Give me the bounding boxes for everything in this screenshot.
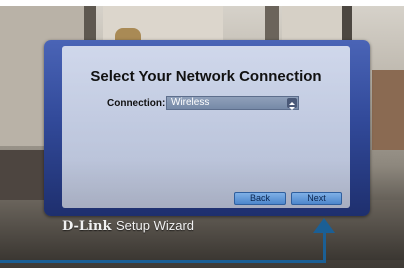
- up-down-arrows-icon: [287, 98, 297, 110]
- next-button[interactable]: Next: [291, 192, 342, 205]
- setup-wizard-text: Setup Wizard: [115, 218, 195, 233]
- connection-label: Connection:: [107, 98, 166, 109]
- connection-select-value: Wireless: [171, 97, 210, 108]
- wizard-panel: Select Your Network Connection Connectio…: [62, 46, 350, 208]
- dlink-logo-text: D-Link: [62, 219, 112, 234]
- back-button[interactable]: Back: [234, 192, 286, 205]
- brand-logo: D-Link Setup Wizard: [62, 218, 194, 234]
- connection-select[interactable]: Wireless: [166, 96, 299, 110]
- arrow-up-icon: [313, 218, 335, 233]
- callout-line: [0, 260, 326, 263]
- callout-line-vertical: [323, 232, 326, 263]
- page-title: Select Your Network Connection: [90, 68, 322, 85]
